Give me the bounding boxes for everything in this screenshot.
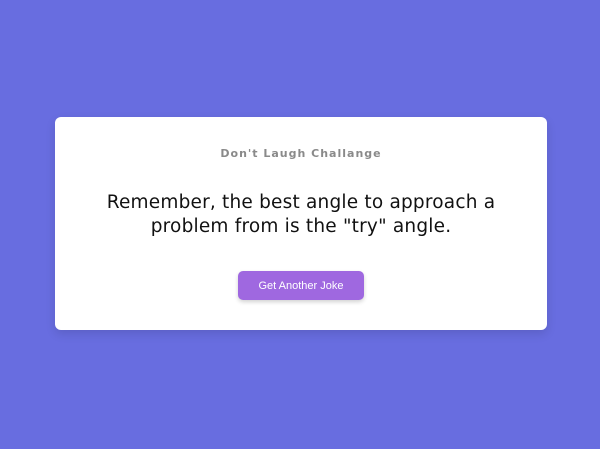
get-another-joke-button[interactable]: Get Another Joke xyxy=(238,271,364,300)
joke-text: Remember, the best angle to approach a p… xyxy=(106,192,496,237)
card-title: Don't Laugh Challange xyxy=(220,147,382,160)
joke-card: Don't Laugh Challange Remember, the best… xyxy=(55,117,547,330)
